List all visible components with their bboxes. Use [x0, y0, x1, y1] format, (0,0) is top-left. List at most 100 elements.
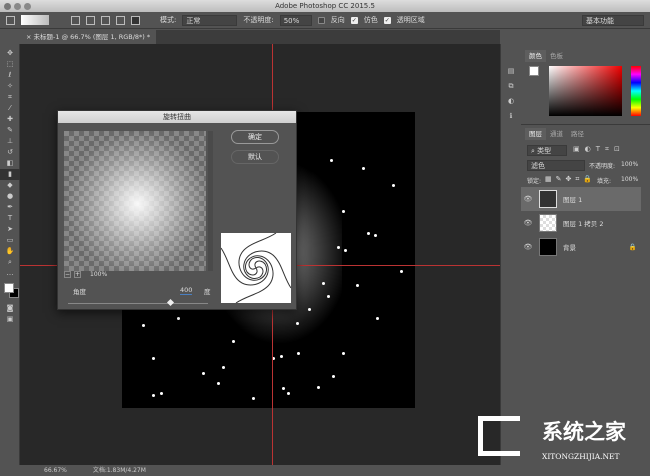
angle-gradient-button[interactable]	[101, 15, 110, 25]
blend-mode-select[interactable]: 滤色	[527, 160, 585, 171]
angle-label: 角度	[73, 288, 86, 296]
app-title: Adobe Photoshop CC 2015.5	[275, 2, 375, 10]
dialog-title: 旋转扭曲	[58, 111, 296, 123]
layer-row[interactable]: 👁 图层 1	[521, 187, 641, 211]
tool-preset-icon[interactable]	[6, 15, 15, 25]
tab-swatches[interactable]: 色板	[546, 50, 567, 62]
dither-checkbox[interactable]: ✓	[350, 16, 358, 24]
fill-input[interactable]: 100%	[621, 176, 638, 183]
stamp-tool-icon[interactable]: ⊥	[0, 136, 20, 147]
zoom-level[interactable]: 66.67%	[44, 467, 67, 474]
document-size[interactable]: 文档:1.83M/4.27M	[93, 467, 146, 474]
fill-label: 填充:	[597, 178, 612, 185]
diamond-gradient-button[interactable]	[131, 15, 140, 25]
workspace-select[interactable]: 基本功能	[582, 14, 644, 26]
gradient-picker[interactable]	[21, 15, 49, 25]
linear-gradient-button[interactable]	[71, 15, 80, 25]
layer-row[interactable]: 👁 图层 1 拷贝 2	[521, 211, 641, 235]
preview-scrollbar[interactable]	[208, 131, 213, 271]
reflected-gradient-button[interactable]	[116, 15, 125, 25]
eraser-tool-icon[interactable]: ◧	[0, 158, 20, 169]
angle-slider-thumb[interactable]	[167, 298, 175, 307]
color-swatches[interactable]	[0, 279, 19, 303]
minimize-window-button[interactable]	[14, 3, 21, 10]
layer-row[interactable]: 👁 背景 🔒	[521, 235, 641, 259]
adjustments-panel-icon[interactable]: ◐	[501, 96, 521, 107]
angle-unit: 度	[204, 288, 211, 296]
tools-panel: ✥ ⬚ ℓ ✧ ⌗ ⁄ ✚ ✎ ⊥ ↺ ◧ ▮ ◆ ● ✒ T ➤ ▭ ✋ ⌕ …	[0, 44, 20, 465]
twirl-thumbnail	[220, 232, 292, 304]
shape-tool-icon[interactable]: ▭	[0, 235, 20, 246]
right-panels: 颜色 色板 图层 通道 路径 ⌕ 类型 ▣◐T⌗⊡ 滤色 不透明度: 100% 锁定:…	[521, 44, 650, 465]
magic-wand-tool-icon[interactable]: ✧	[0, 81, 20, 92]
visibility-eye-icon[interactable]: 👁	[521, 243, 535, 251]
screen-mode-icon[interactable]: ▣	[0, 314, 20, 325]
lasso-tool-icon[interactable]: ℓ	[0, 70, 20, 81]
type-tool-icon[interactable]: T	[0, 213, 20, 224]
layer-opacity-input[interactable]: 100%	[621, 161, 638, 168]
zoom-tool-icon[interactable]: ⌕	[0, 257, 20, 268]
history-brush-icon[interactable]: ↺	[0, 147, 20, 158]
zoom-window-button[interactable]	[24, 3, 31, 10]
radial-gradient-button[interactable]	[86, 15, 95, 25]
layer-filter-select[interactable]: ⌕ 类型	[527, 145, 567, 156]
color-field[interactable]	[549, 66, 622, 116]
dodge-tool-icon[interactable]: ●	[0, 191, 20, 202]
layer-filter-value: 类型	[537, 147, 552, 155]
angle-slider[interactable]	[68, 298, 208, 307]
filter-icons[interactable]: ▣◐T⌗⊡	[573, 145, 625, 154]
hue-slider[interactable]	[631, 66, 641, 116]
layer-name: 背景	[563, 244, 576, 252]
angle-input[interactable]: 400	[180, 286, 193, 295]
document-tab-title: 未标题-1 @ 66.7% (图层 1, RGB/8*) *	[33, 33, 151, 41]
layer-opacity-label: 不透明度:	[589, 163, 616, 170]
mode-select[interactable]: 正常	[182, 14, 238, 26]
reverse-label: 反向	[330, 16, 345, 24]
history-panel-icon[interactable]: ▤	[501, 66, 521, 77]
default-button[interactable]: 默认	[231, 150, 279, 164]
visibility-eye-icon[interactable]: 👁	[521, 195, 535, 203]
filter-preview[interactable]	[64, 131, 206, 271]
status-bar: 66.67% 文档:1.83M/4.27M	[0, 465, 650, 476]
crop-tool-icon[interactable]: ⌗	[0, 92, 20, 103]
options-bar: 模式: 正常 不透明度: 50% 反向 ✓ 仿色 ✓ 透明区域 基本功能	[0, 12, 650, 29]
marquee-tool-icon[interactable]: ⬚	[0, 59, 20, 70]
opacity-label: 不透明度:	[243, 16, 274, 24]
tab-paths[interactable]: 路径	[567, 128, 588, 140]
move-tool-icon[interactable]: ✥	[0, 48, 20, 59]
twirl-dialog: 旋转扭曲 确定 默认 − + 100% 角度 400 度	[57, 110, 297, 310]
close-window-button[interactable]	[4, 3, 11, 10]
zoom-in-button[interactable]: +	[74, 270, 81, 278]
title-bar: Adobe Photoshop CC 2015.5	[0, 0, 650, 12]
healing-tool-icon[interactable]: ✚	[0, 114, 20, 125]
watermark-logo: 系统之家 XITONGZHIJIA.NET	[478, 408, 648, 470]
info-panel-icon[interactable]: ℹ	[501, 111, 521, 122]
tab-color[interactable]: 颜色	[525, 50, 546, 62]
path-selection-icon[interactable]: ➤	[0, 224, 20, 235]
brush-tool-icon[interactable]: ✎	[0, 125, 20, 136]
zoom-out-button[interactable]: −	[64, 270, 71, 278]
transparency-checkbox[interactable]: ✓	[383, 16, 391, 24]
lock-label: 锁定:	[527, 178, 542, 185]
dither-label: 仿色	[363, 16, 378, 24]
opacity-input[interactable]: 50%	[279, 14, 312, 26]
ok-button[interactable]: 确定	[231, 130, 279, 144]
layer-name: 图层 1	[563, 196, 583, 204]
tab-channels[interactable]: 通道	[546, 128, 567, 140]
properties-panel-icon[interactable]: ⧉	[501, 81, 521, 92]
quick-mask-icon[interactable]: ◙	[0, 303, 20, 314]
lock-icons[interactable]: ▦✎✥⌗🔒	[545, 175, 596, 184]
transparency-label: 透明区域	[396, 16, 425, 24]
hand-tool-icon[interactable]: ✋	[0, 246, 20, 257]
blur-tool-icon[interactable]: ◆	[0, 180, 20, 191]
reverse-checkbox[interactable]	[317, 16, 325, 24]
pen-tool-icon[interactable]: ✒	[0, 202, 20, 213]
foreground-color[interactable]	[529, 66, 539, 76]
tab-layers[interactable]: 图层	[525, 128, 546, 140]
eyedropper-tool-icon[interactable]: ⁄	[0, 103, 20, 114]
more-tools-icon[interactable]: …	[0, 268, 20, 279]
document-tab[interactable]: × 未标题-1 @ 66.7% (图层 1, RGB/8*) *	[20, 30, 157, 44]
visibility-eye-icon[interactable]: 👁	[521, 219, 535, 227]
lock-icon: 🔒	[628, 243, 637, 251]
gradient-tool-icon[interactable]: ▮	[0, 169, 20, 180]
